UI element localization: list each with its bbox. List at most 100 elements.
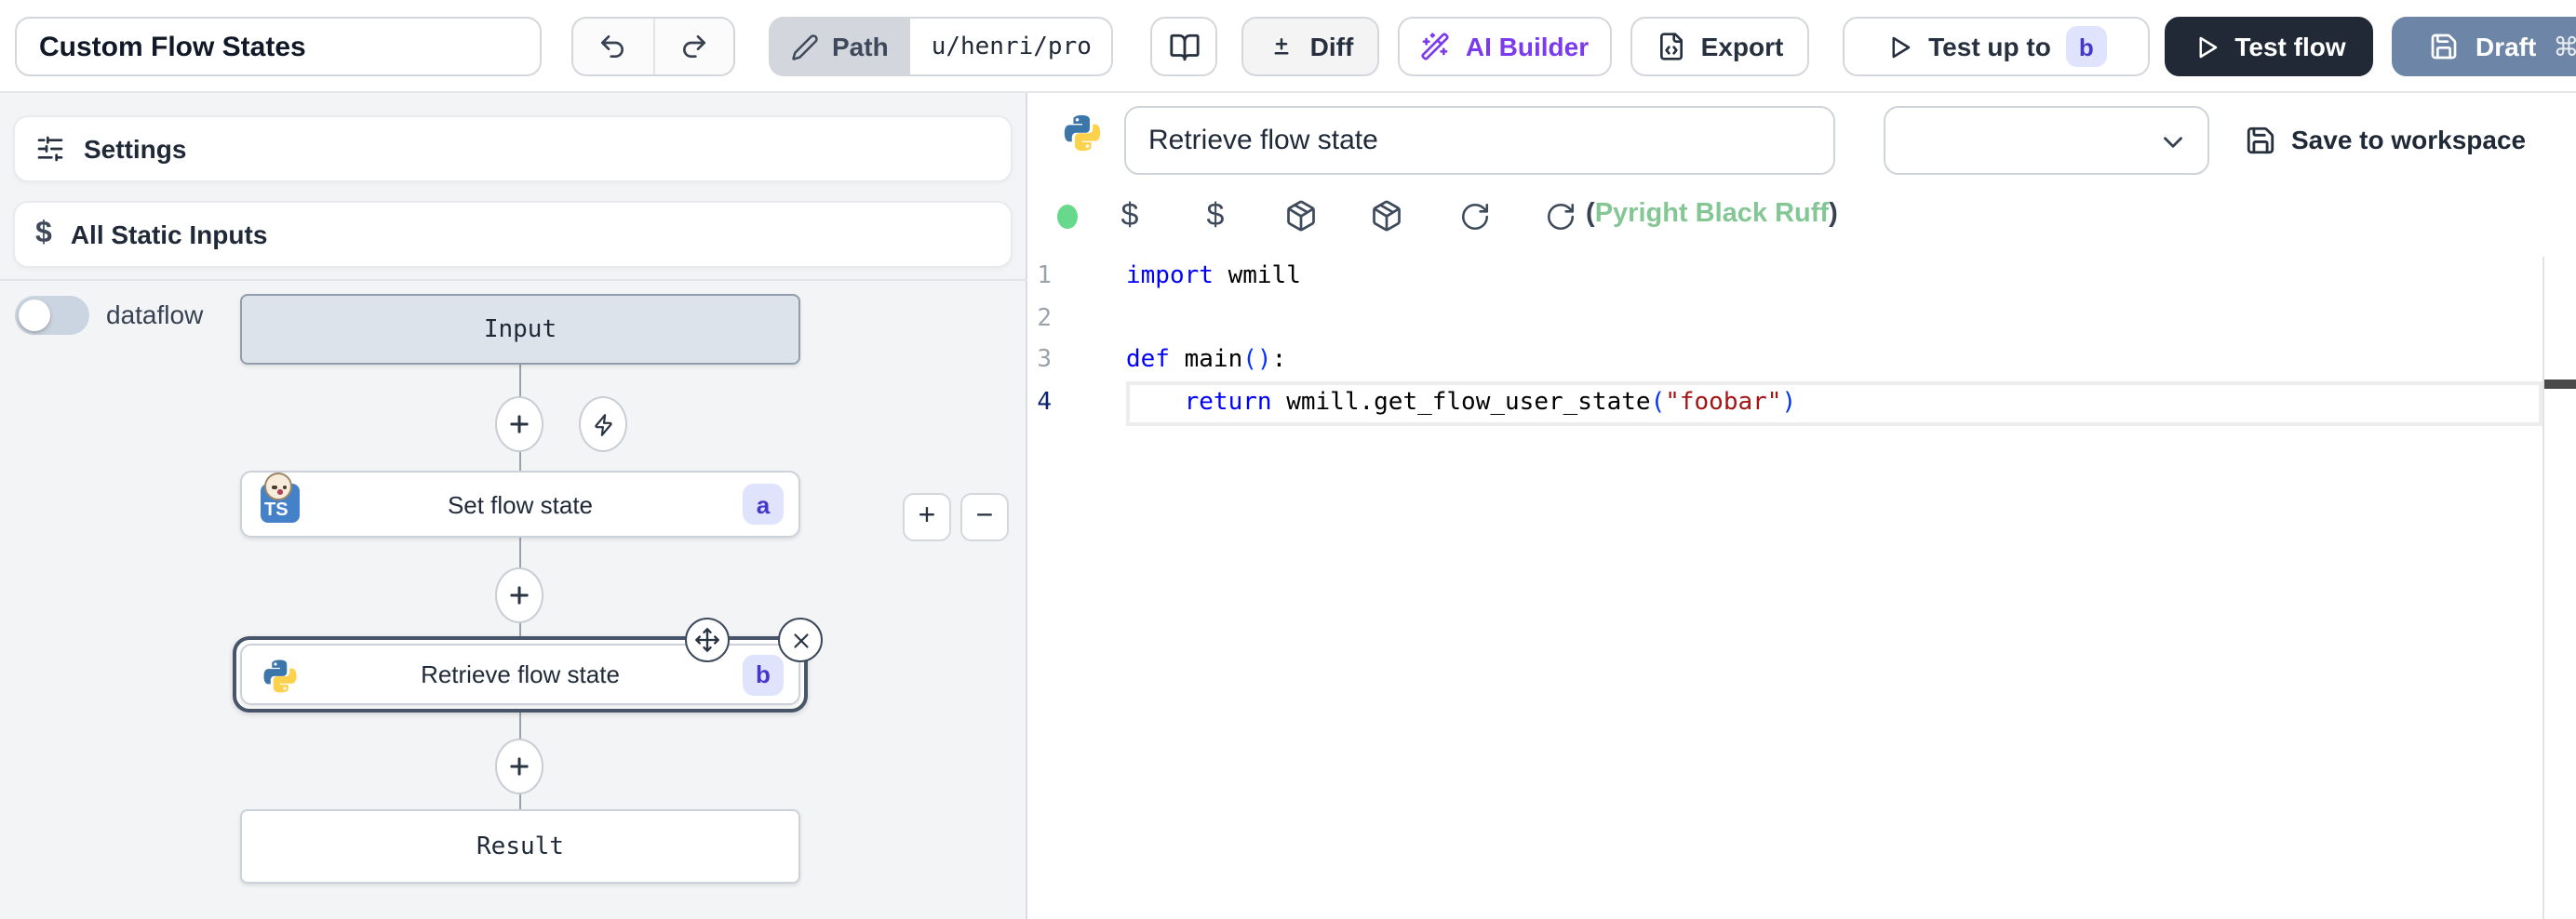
graph-zoom-in-button[interactable]: + <box>903 493 951 541</box>
reload-icon <box>1544 200 1576 232</box>
insert-resource-button[interactable]: $ <box>1197 197 1234 234</box>
node-result-label: Result <box>476 832 564 860</box>
status-dot <box>1057 205 1078 229</box>
save-to-workspace-label: Save to workspace <box>2291 125 2526 154</box>
dataflow-label: dataflow <box>106 300 203 329</box>
undo-redo-group <box>571 17 735 76</box>
paren: ( <box>1586 199 1595 229</box>
pencil-icon <box>791 33 819 60</box>
export-label: Export <box>1701 32 1784 61</box>
bun-face-icon <box>264 473 292 500</box>
plus-icon <box>506 582 532 608</box>
plus-icon <box>506 411 532 437</box>
test-up-to-step-badge: b <box>2066 26 2107 67</box>
ai-builder-label: AI Builder <box>1466 32 1589 61</box>
step-name-value: Retrieve flow state <box>1148 125 1378 156</box>
bun-ts-icon: TS <box>261 484 300 523</box>
flow-left-panel: Settings $ All Static Inputs dataflow In… <box>0 93 1027 919</box>
node-set-flow-state[interactable]: TS Set flow state a <box>240 471 800 538</box>
export-button[interactable]: Export <box>1630 17 1809 76</box>
overview-ruler[interactable] <box>2542 257 2544 919</box>
toggle-knob <box>19 300 50 331</box>
code-editor[interactable]: 1234 import wmilldef main(): return wmil… <box>1027 257 2576 919</box>
flow-name-input[interactable]: Custom Flow States <box>15 17 542 76</box>
top-toolbar: Custom Flow States Path u/henri/pro D <box>0 0 2576 93</box>
node-input[interactable]: Input <box>240 294 800 365</box>
insert-step-button-1[interactable] <box>495 396 543 452</box>
step-kind-select[interactable] <box>1884 106 2209 175</box>
node-set-flow-state-label: Set flow state <box>448 490 593 518</box>
path-value-segment: u/henri/pro <box>911 17 1114 76</box>
settings-label: Settings <box>84 134 186 164</box>
dataflow-toggle[interactable] <box>15 296 89 335</box>
line-number: 1 <box>1027 257 1052 299</box>
book-icon <box>1168 31 1200 62</box>
add-trigger-button[interactable] <box>579 396 627 452</box>
diff-icon <box>1268 33 1295 60</box>
reset-button[interactable] <box>1541 197 1578 234</box>
sliders-icon <box>35 134 65 164</box>
delete-step-button[interactable] <box>778 618 823 662</box>
python-icon <box>1061 112 1104 154</box>
assistants-label: Pyright Black Ruff <box>1595 199 1829 229</box>
flow-name-value: Custom Flow States <box>39 31 306 62</box>
lockfile-button[interactable] <box>1368 197 1405 234</box>
export-icon <box>1657 32 1686 61</box>
plus-glyph: + <box>919 500 936 534</box>
python-icon <box>261 657 300 696</box>
move-step-button[interactable] <box>685 618 730 662</box>
ai-builder-button[interactable]: AI Builder <box>1398 17 1612 76</box>
redo-icon <box>679 32 709 61</box>
save-to-workspace-button[interactable]: Save to workspace <box>2245 117 2526 162</box>
move-icon <box>694 627 720 653</box>
test-flow-button[interactable]: Test flow <box>2165 17 2373 76</box>
diff-label: Diff <box>1310 32 1354 61</box>
zap-icon <box>591 412 615 436</box>
path-value: u/henri/pro <box>932 33 1092 60</box>
redo-button[interactable] <box>654 19 733 74</box>
reload-button[interactable] <box>1456 197 1493 234</box>
ts-glyph: TS <box>264 500 288 521</box>
path-button-label-segment: Path <box>769 17 911 76</box>
draft-button[interactable]: Draft ⌘S <box>2392 17 2576 76</box>
paren: ) <box>1829 199 1838 229</box>
step-name-input[interactable]: Retrieve flow state <box>1124 106 1835 175</box>
insert-variable-button[interactable]: $ <box>1111 197 1148 234</box>
line-number: 2 <box>1027 299 1052 340</box>
diff-button[interactable]: Diff <box>1241 17 1379 76</box>
chevron-down-icon <box>2157 127 2189 158</box>
insert-step-button-3[interactable] <box>495 739 543 794</box>
line-number: 3 <box>1027 341 1052 383</box>
dollar-icon: $ <box>1207 197 1225 234</box>
dollar-icon: $ <box>1121 197 1139 234</box>
plus-icon <box>506 753 532 779</box>
code-line: return wmill.get_flow_user_state("foobar… <box>1126 383 1796 425</box>
test-up-to-button[interactable]: Test up to b <box>1843 17 2150 76</box>
dependencies-button[interactable] <box>1282 197 1320 234</box>
draft-label: Draft <box>2475 32 2536 61</box>
node-result[interactable]: Result <box>240 809 800 884</box>
line-number: 4 <box>1027 383 1052 425</box>
reload-icon <box>1458 200 1490 232</box>
code-assistants-status[interactable]: (Pyright Black Ruff) <box>1586 199 1838 229</box>
settings-row[interactable]: Settings <box>13 115 1013 182</box>
docs-button[interactable] <box>1150 17 1217 76</box>
close-icon <box>788 628 812 652</box>
all-static-inputs-row[interactable]: $ All Static Inputs <box>13 201 1013 268</box>
minus-glyph: − <box>976 500 994 534</box>
path-button[interactable]: Path u/henri/pro <box>769 17 1114 76</box>
test-flow-label: Test flow <box>2234 32 2345 61</box>
graph-zoom-out-button[interactable]: − <box>960 493 1009 541</box>
overview-ruler-cursor-mark <box>2544 380 2576 389</box>
undo-icon <box>598 32 628 61</box>
wand-icon <box>1421 32 1451 61</box>
flow-graph: dataflow Input + − TS <box>0 279 1027 919</box>
package-icon <box>1284 199 1318 233</box>
undo-button[interactable] <box>573 19 654 74</box>
play-icon <box>2192 33 2220 60</box>
path-label: Path <box>832 32 889 61</box>
node-input-label: Input <box>484 315 557 343</box>
package-icon <box>1370 199 1403 233</box>
save-icon <box>2245 124 2276 155</box>
insert-step-button-2[interactable] <box>495 567 543 623</box>
